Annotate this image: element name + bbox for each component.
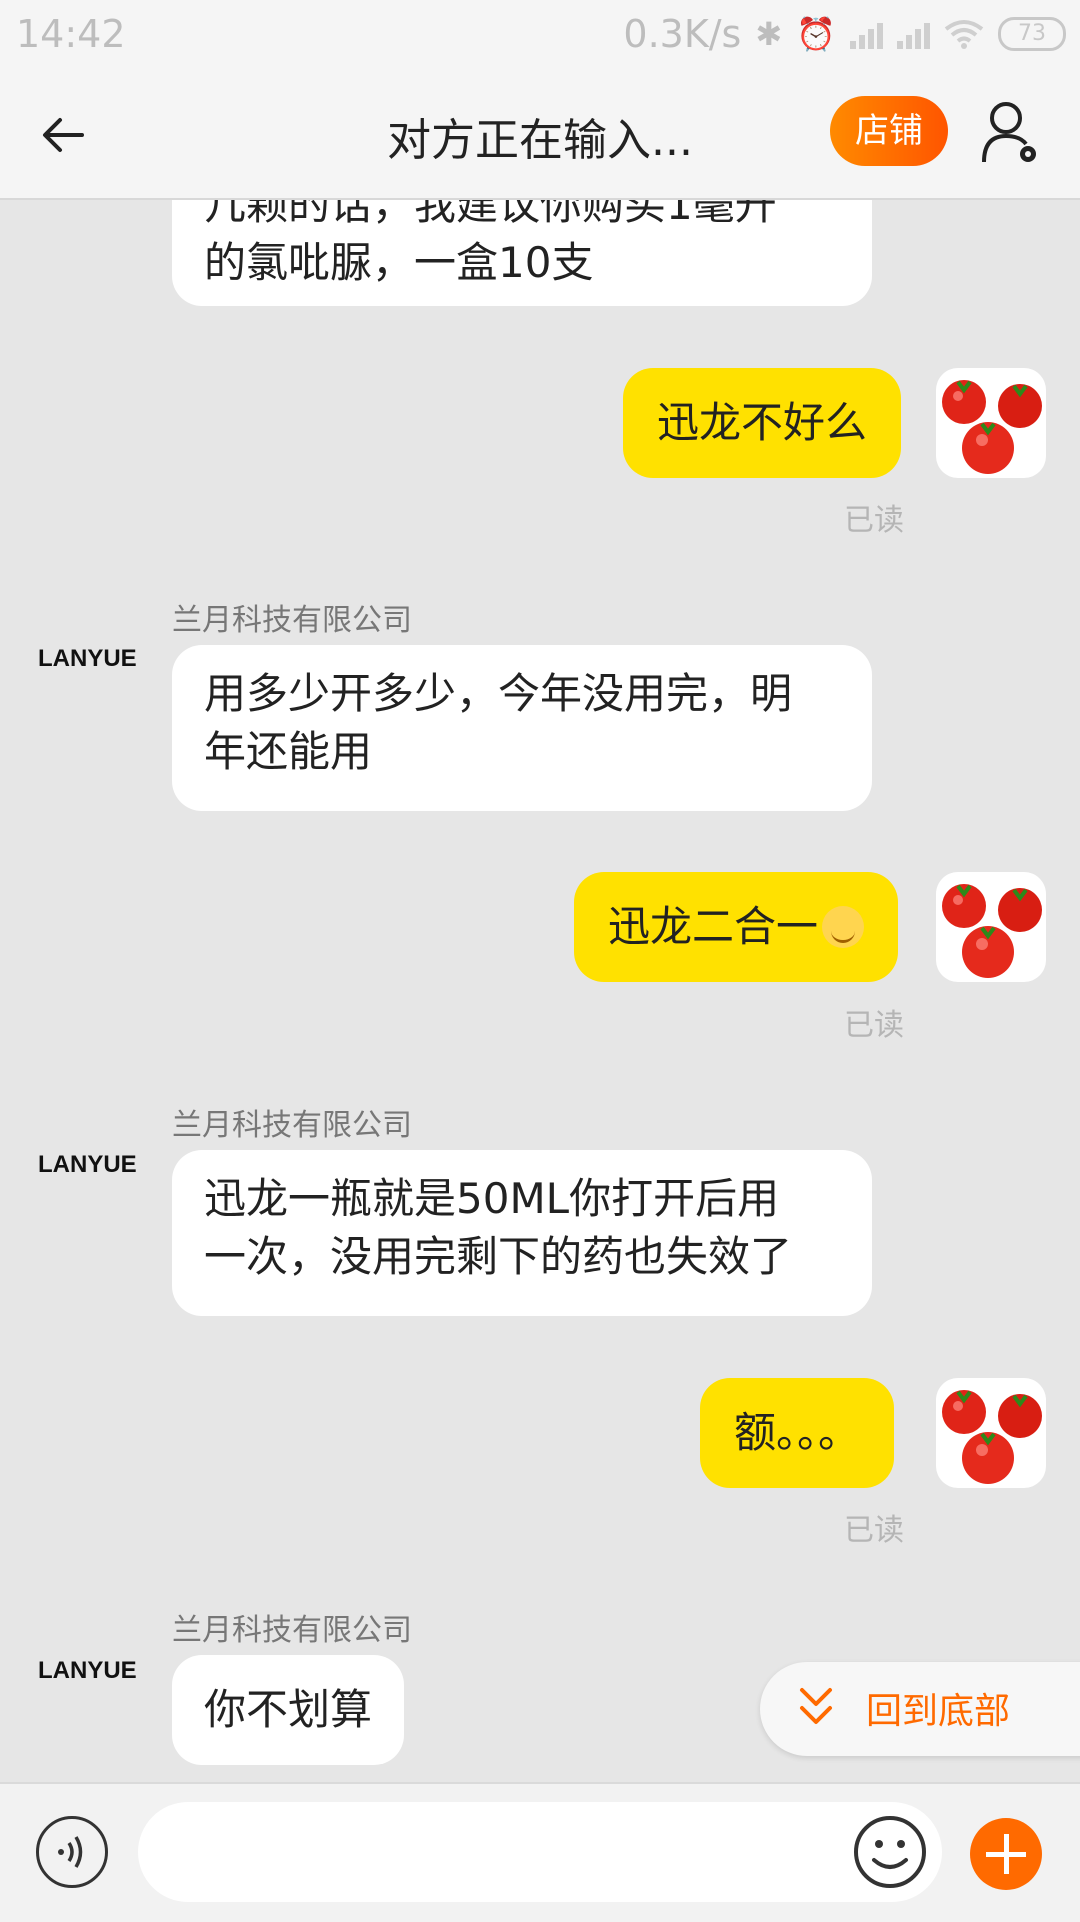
wifi-icon	[944, 20, 984, 49]
status-bar: 14:42 0.3K/s ✱ ⏰ 73	[0, 0, 1080, 70]
svg-text:LANYUE: LANYUE	[38, 645, 137, 672]
company-logo-icon[interactable]: LANYUE	[36, 638, 140, 678]
tomato-avatar-image	[942, 1390, 1042, 1484]
bluetooth-icon: ✱	[755, 15, 783, 53]
signal-icon-2	[897, 19, 930, 49]
chat-message-list[interactable]: 几颗的话，我建议你购买1毫升 的氯吡脲，一盒10支 迅龙不好么 已读 兰月科技有…	[0, 200, 1080, 1780]
company-logo-icon[interactable]: LANYUE	[36, 1650, 140, 1690]
message-bubble-incoming[interactable]: 用多少开多少，今年没用完，明 年还能用	[172, 645, 872, 811]
back-to-bottom-label: 回到底部	[866, 1691, 1011, 1732]
battery-icon: 73	[998, 17, 1066, 51]
status-time: 14:42	[16, 12, 126, 56]
message-bubble-outgoing[interactable]: 迅龙二合一	[574, 872, 899, 982]
alarm-icon: ⏰	[796, 15, 836, 53]
message-input-bar	[0, 1782, 1080, 1922]
emoji-button-icon[interactable]	[852, 1814, 928, 1890]
svg-text:LANYUE: LANYUE	[38, 1657, 137, 1684]
emoji-icon	[822, 906, 865, 948]
user-avatar[interactable]	[936, 872, 1046, 982]
tomato-avatar-image	[942, 380, 1042, 474]
read-status: 已读	[844, 503, 904, 538]
add-attachment-button[interactable]	[970, 1818, 1042, 1890]
voice-input-icon[interactable]	[36, 1816, 108, 1888]
message-bubble-incoming[interactable]: 你不划算	[172, 1655, 405, 1765]
sender-name: 兰月科技有限公司	[172, 603, 412, 638]
status-icons: 0.3K/s ✱ ⏰ 73	[623, 12, 1066, 56]
message-bubble-incoming[interactable]: 几颗的话，我建议你购买1毫升 的氯吡脲，一盒10支	[172, 200, 872, 306]
tomato-avatar-image	[942, 884, 1042, 978]
user-avatar[interactable]	[936, 1378, 1046, 1488]
company-logo-icon[interactable]: LANYUE	[36, 1144, 140, 1184]
double-chevron-down-icon	[800, 1688, 832, 1724]
sound-wave-icon	[58, 1836, 83, 1868]
signal-icon	[850, 19, 883, 49]
message-bubble-outgoing[interactable]: 额。。。	[700, 1378, 895, 1488]
network-speed: 0.3K/s	[623, 12, 742, 56]
shop-button[interactable]: 店铺	[830, 96, 948, 166]
user-avatar[interactable]	[936, 368, 1046, 478]
message-input[interactable]	[138, 1802, 942, 1902]
read-status: 已读	[844, 1513, 904, 1548]
read-status: 已读	[844, 1008, 904, 1043]
sender-name: 兰月科技有限公司	[172, 1108, 412, 1143]
user-settings-icon[interactable]	[980, 98, 1040, 168]
sender-name: 兰月科技有限公司	[172, 1613, 412, 1648]
svg-text:LANYUE: LANYUE	[38, 1151, 137, 1178]
back-to-bottom-button[interactable]: 回到底部	[760, 1662, 1080, 1756]
message-bubble-outgoing[interactable]: 迅龙不好么	[623, 368, 902, 478]
chat-header: 对方正在输入... 店铺	[0, 70, 1080, 200]
message-bubble-incoming[interactable]: 迅龙一瓶就是50ML你打开后用 一次，没用完剩下的药也失效了	[172, 1150, 872, 1316]
